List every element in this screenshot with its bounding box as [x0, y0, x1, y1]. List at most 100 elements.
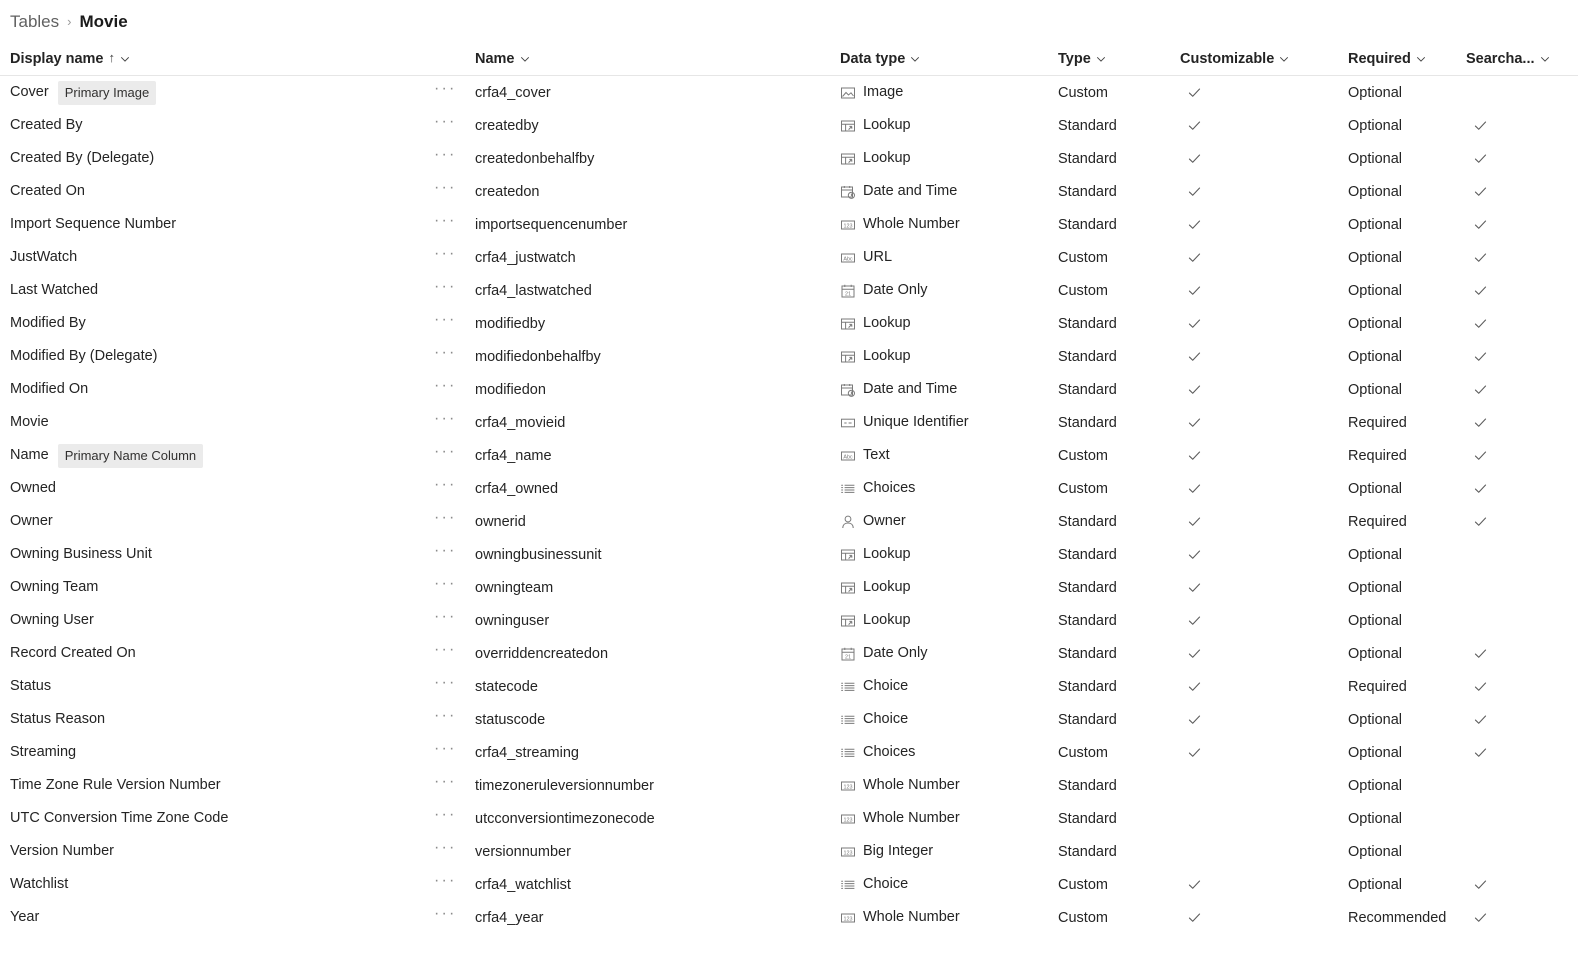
cell-row-menu[interactable]: ··· — [430, 142, 475, 175]
cell-row-menu[interactable]: ··· — [430, 538, 475, 571]
cell-row-menu[interactable]: ··· — [430, 439, 475, 472]
table-row[interactable]: Version Number ··· versionnumber 123 Big Int… — [0, 835, 1578, 868]
chevron-down-icon[interactable] — [120, 54, 130, 64]
table-row[interactable]: Last Watched ··· crfa4_lastwatched 21 Date O… — [0, 274, 1578, 307]
cell-display-name[interactable]: Time Zone Rule Version Number — [0, 769, 430, 802]
table-row[interactable]: Created By (Delegate) ··· createdonbehalfb… — [0, 142, 1578, 175]
cell-display-name[interactable]: Status — [0, 670, 430, 703]
table-row[interactable]: Modified On ··· modifiedon Date and Time Sta… — [0, 373, 1578, 406]
cell-row-menu[interactable]: ··· — [430, 274, 475, 307]
table-row[interactable]: Created On ··· createdon Date and Time Stand… — [0, 175, 1578, 208]
column-header-type[interactable]: Type — [1058, 51, 1180, 67]
more-options-icon[interactable]: ··· — [430, 146, 457, 163]
cell-display-name[interactable]: UTC Conversion Time Zone Code — [0, 802, 430, 835]
chevron-down-icon[interactable] — [1096, 54, 1106, 64]
cell-display-name[interactable]: Version Number — [0, 835, 430, 868]
more-options-icon[interactable]: ··· — [430, 311, 457, 328]
table-row[interactable]: Modified By ··· modifiedby Lookup Standard Op… — [0, 307, 1578, 340]
cell-display-name[interactable]: Owning User — [0, 604, 430, 637]
cell-display-name[interactable]: Record Created On — [0, 637, 430, 670]
more-options-icon[interactable]: ··· — [430, 509, 457, 526]
cell-row-menu[interactable]: ··· — [430, 571, 475, 604]
cell-display-name[interactable]: Import Sequence Number — [0, 208, 430, 241]
table-row[interactable]: Streaming ··· crfa4_streaming Choices Custom… — [0, 736, 1578, 769]
cell-display-name[interactable]: Status Reason — [0, 703, 430, 736]
cell-display-name[interactable]: Last Watched — [0, 274, 430, 307]
more-options-icon[interactable]: ··· — [430, 476, 457, 493]
cell-row-menu[interactable]: ··· — [430, 637, 475, 670]
more-options-icon[interactable]: ··· — [430, 179, 457, 196]
cell-row-menu[interactable]: ··· — [430, 835, 475, 868]
cell-display-name[interactable]: Owner — [0, 505, 430, 538]
cell-row-menu[interactable]: ··· — [430, 703, 475, 736]
table-row[interactable]: Modified By (Delegate) ··· modifiedonbehal… — [0, 340, 1578, 373]
more-options-icon[interactable]: ··· — [430, 80, 457, 97]
cell-display-name[interactable]: Name Primary Name Column — [0, 439, 430, 472]
table-row[interactable]: Owning Business Unit ··· owningbusinessuni… — [0, 538, 1578, 571]
more-options-icon[interactable]: ··· — [430, 245, 457, 262]
more-options-icon[interactable]: ··· — [430, 806, 457, 823]
cell-display-name[interactable]: Modified On — [0, 373, 430, 406]
more-options-icon[interactable]: ··· — [430, 377, 457, 394]
table-row[interactable]: JustWatch ··· crfa4_justwatch Abc URL Custom O… — [0, 241, 1578, 274]
more-options-icon[interactable]: ··· — [430, 740, 457, 757]
cell-display-name[interactable]: Created On — [0, 175, 430, 208]
cell-row-menu[interactable]: ··· — [430, 901, 475, 934]
cell-row-menu[interactable]: ··· — [430, 505, 475, 538]
table-row[interactable]: Status Reason ··· statuscode Choice Standard… — [0, 703, 1578, 736]
cell-row-menu[interactable]: ··· — [430, 340, 475, 373]
table-row[interactable]: Watchlist ··· crfa4_watchlist Choice Custom O… — [0, 868, 1578, 901]
more-options-icon[interactable]: ··· — [430, 707, 457, 724]
table-row[interactable]: Record Created On ··· overriddencreatedon 2… — [0, 637, 1578, 670]
cell-row-menu[interactable]: ··· — [430, 736, 475, 769]
table-row[interactable]: Owned ··· crfa4_owned Choices Custom Optional — [0, 472, 1578, 505]
more-options-icon[interactable]: ··· — [430, 113, 457, 130]
cell-row-menu[interactable]: ··· — [430, 604, 475, 637]
more-options-icon[interactable]: ··· — [430, 278, 457, 295]
table-row[interactable]: Owner ··· ownerid Owner Standard Required — [0, 505, 1578, 538]
cell-display-name[interactable]: Modified By — [0, 307, 430, 340]
more-options-icon[interactable]: ··· — [430, 608, 457, 625]
more-options-icon[interactable]: ··· — [430, 839, 457, 856]
cell-row-menu[interactable]: ··· — [430, 307, 475, 340]
column-header-data-type[interactable]: Data type — [840, 51, 1058, 67]
table-row[interactable]: Cover Primary Image ··· crfa4_cover Image Cus… — [0, 76, 1578, 109]
more-options-icon[interactable]: ··· — [430, 212, 457, 229]
more-options-icon[interactable]: ··· — [430, 575, 457, 592]
table-row[interactable]: Name Primary Name Column ··· crfa4_name Abc T… — [0, 439, 1578, 472]
cell-row-menu[interactable]: ··· — [430, 670, 475, 703]
more-options-icon[interactable]: ··· — [430, 542, 457, 559]
more-options-icon[interactable]: ··· — [430, 872, 457, 889]
cell-row-menu[interactable]: ··· — [430, 769, 475, 802]
cell-row-menu[interactable]: ··· — [430, 373, 475, 406]
cell-display-name[interactable]: Created By — [0, 109, 430, 142]
table-row[interactable]: Import Sequence Number ··· importsequencen… — [0, 208, 1578, 241]
table-row[interactable]: Year ··· crfa4_year 123 Whole Number Custom Re… — [0, 901, 1578, 934]
cell-display-name[interactable]: Owned — [0, 472, 430, 505]
cell-display-name[interactable]: Streaming — [0, 736, 430, 769]
cell-row-menu[interactable]: ··· — [430, 406, 475, 439]
column-header-required[interactable]: Required — [1348, 51, 1466, 67]
cell-row-menu[interactable]: ··· — [430, 76, 475, 109]
column-header-searchable[interactable]: Searcha... — [1466, 51, 1570, 67]
more-options-icon[interactable]: ··· — [430, 905, 457, 922]
chevron-down-icon[interactable] — [1540, 54, 1550, 64]
table-row[interactable]: Time Zone Rule Version Number ··· timezone… — [0, 769, 1578, 802]
column-header-name[interactable]: Name — [475, 51, 840, 67]
cell-row-menu[interactable]: ··· — [430, 241, 475, 274]
cell-display-name[interactable]: Created By (Delegate) — [0, 142, 430, 175]
table-row[interactable]: Owning Team ··· owningteam Lookup Standard Op… — [0, 571, 1578, 604]
cell-display-name[interactable]: Movie — [0, 406, 430, 439]
cell-row-menu[interactable]: ··· — [430, 472, 475, 505]
chevron-down-icon[interactable] — [1279, 54, 1289, 64]
cell-row-menu[interactable]: ··· — [430, 868, 475, 901]
cell-display-name[interactable]: Owning Business Unit — [0, 538, 430, 571]
cell-display-name[interactable]: Owning Team — [0, 571, 430, 604]
table-row[interactable]: UTC Conversion Time Zone Code ··· utcconve… — [0, 802, 1578, 835]
table-row[interactable]: Created By ··· createdby Lookup Standard Opti… — [0, 109, 1578, 142]
cell-display-name[interactable]: Year — [0, 901, 430, 934]
more-options-icon[interactable]: ··· — [430, 410, 457, 427]
cell-display-name[interactable]: JustWatch — [0, 241, 430, 274]
more-options-icon[interactable]: ··· — [430, 641, 457, 658]
more-options-icon[interactable]: ··· — [430, 443, 457, 460]
